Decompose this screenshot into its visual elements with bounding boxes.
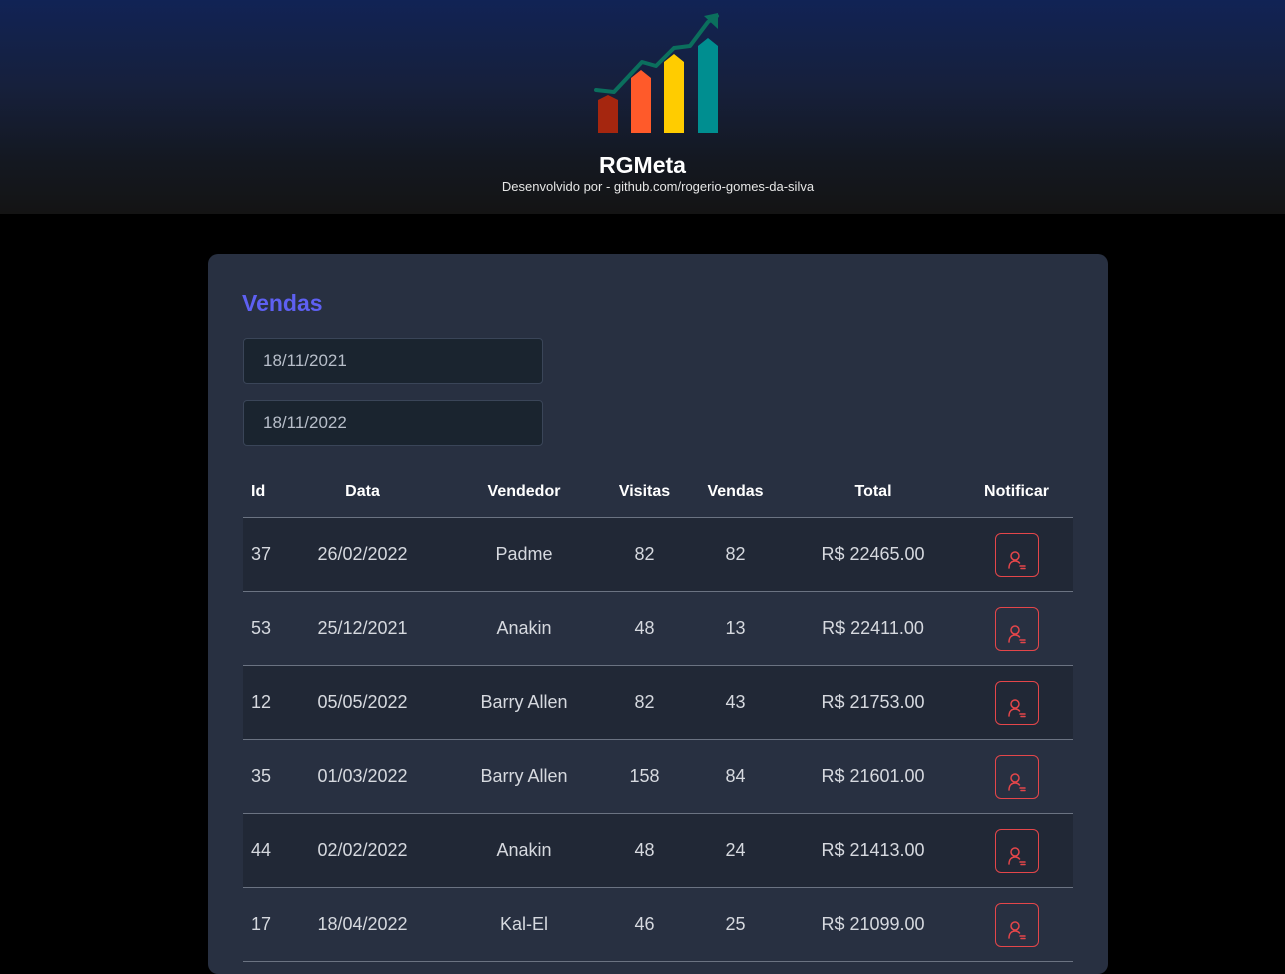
sales-card: Vendas Id Data Vendedor Visitas Vendas T…	[208, 254, 1108, 974]
user-notify-icon	[1007, 773, 1026, 792]
table-row: 53 25/12/2021 Anakin 48 13 R$ 22411.00	[243, 591, 1073, 666]
notify-button[interactable]	[994, 754, 1039, 799]
cell-visits: 82	[604, 517, 685, 592]
app-title: RGMeta	[599, 152, 686, 178]
cell-date: 02/02/2022	[281, 813, 444, 888]
cell-seller: Barry Allen	[444, 665, 604, 740]
column-header-visits: Visitas	[604, 466, 685, 518]
cell-deals: 25	[685, 887, 786, 962]
column-header-seller: Vendedor	[444, 466, 604, 518]
cell-seller: Kal-El	[444, 887, 604, 962]
rising-bar-chart-logo	[594, 13, 719, 133]
cell-visits: 48	[604, 813, 685, 888]
cell-date: 01/03/2022	[281, 739, 444, 814]
cell-id: 53	[243, 591, 281, 666]
cell-id: 44	[243, 813, 281, 888]
cell-id: 37	[243, 517, 281, 592]
cell-visits: 46	[604, 887, 685, 962]
cell-notify	[960, 591, 1073, 666]
cell-notify	[960, 739, 1073, 814]
table-row: 12 05/05/2022 Barry Allen 82 43 R$ 21753…	[243, 665, 1073, 740]
cell-seller: Barry Allen	[444, 739, 604, 814]
cell-seller: Anakin	[444, 591, 604, 666]
cell-deals: 24	[685, 813, 786, 888]
table-row: 37 26/02/2022 Padme 82 82 R$ 22465.00	[243, 517, 1073, 592]
column-header-date: Data	[281, 466, 444, 518]
cell-total: R$ 21753.00	[786, 665, 960, 740]
cell-date: 26/02/2022	[281, 517, 444, 592]
user-notify-icon	[1007, 625, 1026, 644]
cell-date: 05/05/2022	[281, 665, 444, 740]
cell-date: 18/04/2022	[281, 887, 444, 962]
notify-button[interactable]	[994, 606, 1039, 651]
notify-button[interactable]	[994, 680, 1039, 725]
cell-deals: 43	[685, 665, 786, 740]
notify-button[interactable]	[994, 828, 1039, 873]
cell-notify	[960, 887, 1073, 962]
cell-visits: 82	[604, 665, 685, 740]
cell-notify	[960, 813, 1073, 888]
cell-deals: 84	[685, 739, 786, 814]
cell-seller: Padme	[444, 517, 604, 592]
cell-visits: 158	[604, 739, 685, 814]
date-max-input[interactable]	[243, 400, 543, 446]
developer-credit: Desenvolvido por - github.com/rogerio-go…	[501, 179, 815, 194]
cell-total: R$ 22465.00	[786, 517, 960, 592]
sales-table: Id Data Vendedor Visitas Vendas Total No…	[243, 466, 1073, 962]
notify-button[interactable]	[994, 902, 1039, 947]
date-min-input[interactable]	[243, 338, 543, 384]
cell-total: R$ 22411.00	[786, 591, 960, 666]
cell-date: 25/12/2021	[281, 591, 444, 666]
notify-button[interactable]	[994, 532, 1039, 577]
cell-deals: 13	[685, 591, 786, 666]
column-header-deals: Vendas	[685, 466, 786, 518]
app-header: RGMeta Desenvolvido por - github.com/rog…	[0, 0, 1285, 214]
sales-title: Vendas	[242, 290, 323, 316]
user-notify-icon	[1007, 847, 1026, 866]
cell-seller: Anakin	[444, 813, 604, 888]
table-row: 17 18/04/2022 Kal-El 46 25 R$ 21099.00	[243, 887, 1073, 962]
cell-notify	[960, 517, 1073, 592]
column-header-total: Total	[786, 466, 960, 518]
table-header-row: Id Data Vendedor Visitas Vendas Total No…	[243, 466, 1073, 518]
column-header-notify: Notificar	[960, 466, 1073, 518]
user-notify-icon	[1007, 921, 1026, 940]
cell-visits: 48	[604, 591, 685, 666]
cell-notify	[960, 665, 1073, 740]
column-header-id: Id	[243, 466, 281, 518]
table-row: 44 02/02/2022 Anakin 48 24 R$ 21413.00	[243, 813, 1073, 888]
cell-id: 35	[243, 739, 281, 814]
cell-deals: 82	[685, 517, 786, 592]
table-row: 35 01/03/2022 Barry Allen 158 84 R$ 2160…	[243, 739, 1073, 814]
cell-id: 12	[243, 665, 281, 740]
cell-total: R$ 21601.00	[786, 739, 960, 814]
cell-total: R$ 21413.00	[786, 813, 960, 888]
user-notify-icon	[1007, 551, 1026, 570]
user-notify-icon	[1007, 699, 1026, 718]
cell-id: 17	[243, 887, 281, 962]
cell-total: R$ 21099.00	[786, 887, 960, 962]
